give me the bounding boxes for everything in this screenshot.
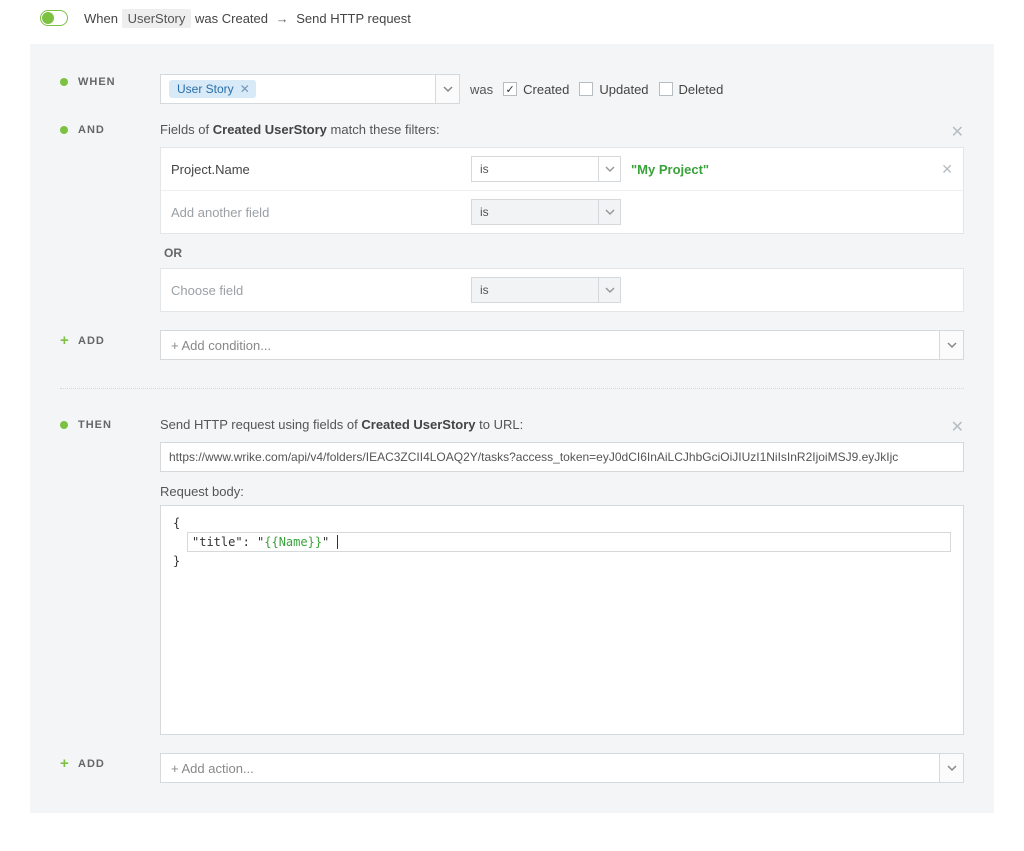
deleted-checkbox-item[interactable]: Deleted [659, 82, 724, 97]
operator-select[interactable]: is [471, 277, 621, 303]
filter-row: Project.Name is "My Project" ✕ [161, 148, 963, 191]
and-section: And ✕ Fields of Created UserStory match … [60, 122, 964, 312]
was-label: was [470, 82, 493, 97]
remove-section-icon[interactable]: ✕ [951, 122, 964, 142]
add-action-select[interactable]: + Add action... [160, 753, 964, 783]
body-brace-close: } [173, 554, 951, 568]
checkbox-icon[interactable] [503, 82, 517, 96]
close-icon[interactable]: ✕ [240, 82, 250, 96]
header-entity-tag: UserStory [122, 9, 192, 28]
add-condition-select[interactable]: + Add condition... [160, 330, 964, 360]
then-description: Send HTTP request using fields of Create… [160, 417, 964, 432]
request-body-editor[interactable]: { "title": "{{Name}}" } [160, 505, 964, 735]
body-line[interactable]: "title": "{{Name}}" [187, 532, 951, 552]
plus-icon: + [60, 755, 68, 772]
url-input[interactable]: https://www.wrike.com/api/v4/folders/IEA… [160, 442, 964, 472]
or-label: OR [164, 246, 964, 260]
and-desc-pre: Fields of [160, 122, 213, 137]
choose-field-placeholder[interactable]: Choose field [171, 283, 461, 298]
operator-value: is [472, 157, 598, 181]
rule-enable-toggle[interactable] [40, 10, 68, 26]
entity-chip[interactable]: User Story ✕ [169, 80, 256, 98]
chevron-down-icon[interactable] [598, 200, 620, 224]
bullet-icon [60, 78, 68, 86]
then-section: Then ✕ Send HTTP request using fields of… [60, 417, 964, 735]
filter-value[interactable]: "My Project" [631, 162, 709, 177]
updated-label: Updated [599, 82, 648, 97]
then-label: Then [78, 419, 112, 431]
remove-section-icon[interactable]: ✕ [951, 417, 964, 437]
operator-select[interactable]: is [471, 156, 621, 182]
chevron-down-icon[interactable] [939, 754, 963, 782]
checkbox-icon[interactable] [579, 82, 593, 96]
text-cursor [329, 535, 337, 549]
body-brace-open: { [173, 516, 951, 530]
rule-header: When UserStory was Created → Send HTTP r… [0, 0, 1024, 36]
and-desc-bold: Created UserStory [213, 122, 327, 137]
filter-group: Choose field is [160, 268, 964, 312]
deleted-label: Deleted [679, 82, 724, 97]
header-prefix: When [84, 11, 118, 26]
and-description: Fields of Created UserStory match these … [160, 122, 964, 137]
when-section: When User Story ✕ was [60, 74, 964, 104]
remove-filter-icon[interactable]: ✕ [941, 161, 953, 178]
operator-select[interactable]: is [471, 199, 621, 225]
created-label: Created [523, 82, 569, 97]
then-desc-post: to URL: [479, 417, 523, 432]
chevron-down-icon[interactable] [435, 75, 459, 103]
then-desc-pre: Send HTTP request using fields of [160, 417, 361, 432]
add-condition-row: + Add + Add condition... [60, 330, 964, 360]
bullet-icon [60, 421, 68, 429]
filter-row: Choose field is [161, 269, 963, 311]
add-label: Add [78, 758, 105, 770]
filter-field[interactable]: Project.Name [171, 162, 461, 177]
add-action-placeholder: + Add action... [161, 754, 939, 782]
created-checkbox-item[interactable]: Created [503, 82, 569, 97]
filter-group: Project.Name is "My Project" ✕ Add anoth… [160, 147, 964, 234]
url-value: https://www.wrike.com/api/v4/folders/IEA… [169, 450, 898, 464]
chevron-down-icon[interactable] [939, 331, 963, 359]
entity-select[interactable]: User Story ✕ [160, 74, 460, 104]
rule-panel: When User Story ✕ was [30, 44, 994, 813]
operator-value: is [472, 200, 598, 224]
header-action: Send HTTP request [296, 11, 411, 26]
request-body-label: Request body: [160, 484, 964, 499]
add-field-placeholder[interactable]: Add another field [171, 205, 461, 220]
and-label: And [78, 124, 105, 136]
template-token: {{Name}} [264, 535, 322, 549]
and-desc-post: match these filters: [331, 122, 440, 137]
then-desc-bold: Created UserStory [361, 417, 475, 432]
updated-checkbox-item[interactable]: Updated [579, 82, 648, 97]
header-mid: was Created [195, 11, 268, 26]
entity-chip-label: User Story [177, 82, 234, 96]
arrow-icon: → [276, 11, 289, 26]
operator-value: is [472, 278, 598, 302]
add-condition-placeholder: + Add condition... [161, 331, 939, 359]
chevron-down-icon[interactable] [598, 278, 620, 302]
add-label: Add [78, 335, 105, 347]
section-divider [60, 388, 964, 389]
when-label: When [78, 76, 116, 88]
chevron-down-icon[interactable] [598, 157, 620, 181]
filter-row: Add another field is [161, 191, 963, 233]
body-line-pre: "title": " [192, 535, 264, 549]
rule-title: When UserStory was Created → Send HTTP r… [84, 11, 411, 26]
bullet-icon [60, 126, 68, 134]
plus-icon: + [60, 332, 68, 349]
checkbox-icon[interactable] [659, 82, 673, 96]
add-action-row: + Add + Add action... [60, 753, 964, 783]
